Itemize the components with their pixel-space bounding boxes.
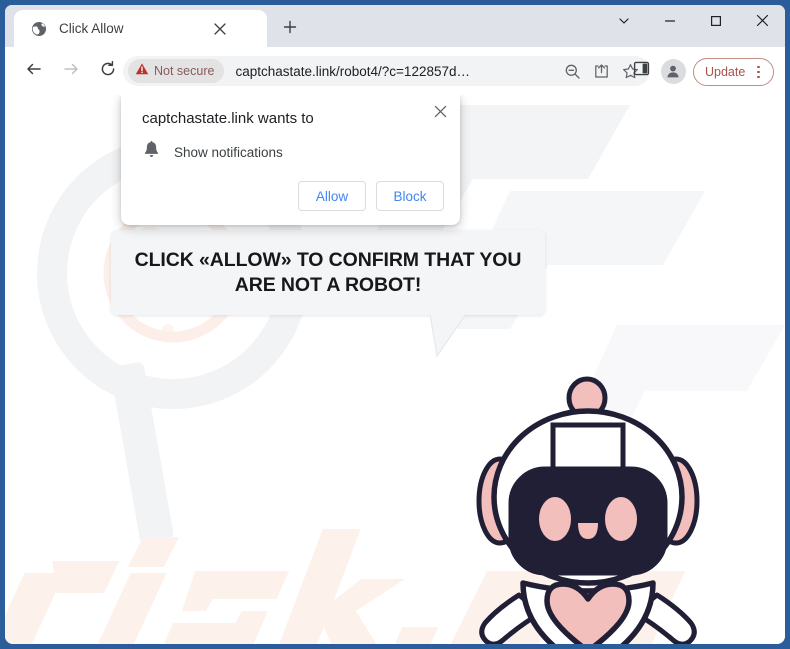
browser-toolbar: Not secure captchastate.link/robot4/?c=1…: [5, 47, 785, 95]
reload-button[interactable]: [93, 56, 123, 86]
security-status-label: Not secure: [154, 64, 215, 78]
arrow-right-icon: [62, 60, 80, 83]
permission-label: Show notifications: [174, 144, 283, 160]
block-button[interactable]: Block: [376, 181, 444, 211]
arrow-left-icon: [25, 60, 43, 83]
notification-permission-dialog: captchastate.link wants to Show notifica…: [121, 95, 460, 225]
dialog-title: captchastate.link wants to: [142, 110, 314, 127]
tab-strip: Click Allow: [5, 5, 785, 47]
allow-button[interactable]: Allow: [298, 181, 366, 211]
maximize-icon: [710, 14, 722, 32]
robot-mascot: [476, 376, 700, 644]
plus-icon: [283, 20, 297, 39]
side-panel-button[interactable]: [627, 57, 655, 85]
window-caption-buttons: [601, 5, 785, 45]
update-button-label: Update: [705, 65, 746, 79]
account-avatar-icon: [660, 58, 686, 84]
profile-button[interactable]: [659, 57, 687, 85]
close-button[interactable]: [739, 5, 785, 41]
tab-search-button[interactable]: [601, 5, 647, 41]
warning-triangle-icon: [135, 62, 149, 81]
speech-bubble: CLICK «ALLOW» TO CONFIRM THAT YOU ARE NO…: [111, 230, 545, 315]
side-panel-icon: [633, 60, 650, 82]
minimize-icon: [664, 14, 676, 32]
dialog-actions: Allow Block: [298, 181, 444, 211]
speech-bubble-text: CLICK «ALLOW» TO CONFIRM THAT YOU ARE NO…: [134, 248, 522, 296]
update-button[interactable]: Update: [693, 58, 775, 86]
browser-window-inner: Click Allow Not secure captchastate.link…: [5, 5, 785, 644]
close-icon: [434, 105, 447, 123]
browser-tab-click-allow[interactable]: Click Allow: [14, 10, 267, 47]
bell-icon: [142, 140, 161, 164]
new-tab-button[interactable]: [277, 16, 303, 42]
security-status-badge[interactable]: Not secure: [128, 59, 225, 83]
browser-window: Click Allow Not secure captchastate.link…: [0, 0, 790, 649]
permission-row: Show notifications: [142, 140, 283, 164]
back-button[interactable]: [19, 56, 49, 86]
reload-icon: [99, 60, 117, 83]
page-viewport: CLICK «ALLOW» TO CONFIRM THAT YOU ARE NO…: [5, 95, 785, 644]
share-icon[interactable]: [588, 58, 614, 84]
globe-icon: [30, 20, 47, 37]
dialog-close-button[interactable]: [428, 102, 452, 126]
forward-button: [56, 56, 86, 86]
maximize-button[interactable]: [693, 5, 739, 41]
speech-bubble-tail: [430, 314, 467, 358]
address-bar[interactable]: Not secure captchastate.link/robot4/?c=1…: [123, 56, 650, 86]
close-icon: [756, 14, 769, 32]
tab-title: Click Allow: [59, 21, 124, 36]
zoom-out-icon[interactable]: [559, 58, 585, 84]
tab-close-icon[interactable]: [209, 18, 231, 40]
three-dots-vertical-icon[interactable]: [748, 62, 768, 82]
chevron-down-icon: [618, 14, 630, 32]
url-text: captchastate.link/robot4/?c=122857d…: [235, 63, 470, 79]
minimize-button[interactable]: [647, 5, 693, 41]
